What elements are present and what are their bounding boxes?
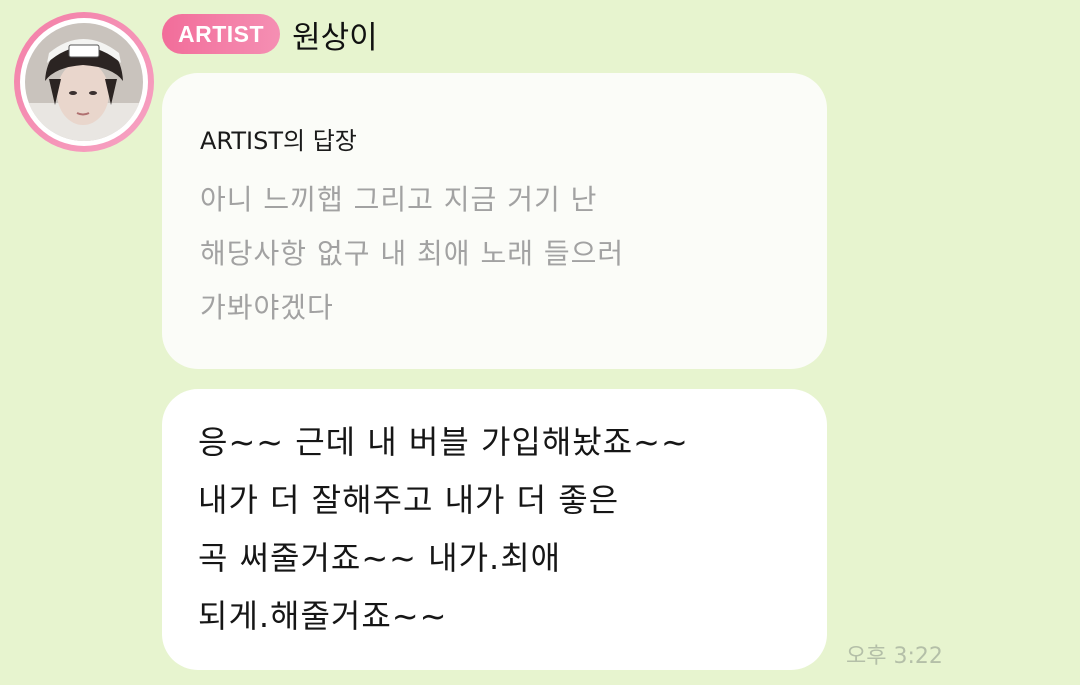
artist-name[interactable]: 원상이 bbox=[292, 12, 378, 57]
message-header: ARTIST 원상이 bbox=[162, 12, 378, 56]
reply-title: ARTIST의 답장 bbox=[200, 127, 357, 155]
message-timestamp: 오후 3:22 bbox=[846, 644, 943, 669]
reply-line: 아니 느끼햅 그리고 지금 거기 난 bbox=[200, 183, 598, 216]
quoted-reply-bubble[interactable]: ARTIST의 답장 아니 느끼햅 그리고 지금 거기 난 해당사항 없구 내 … bbox=[162, 73, 827, 369]
profile-photo bbox=[25, 23, 143, 141]
avatar[interactable] bbox=[14, 12, 154, 152]
reply-line: 가봐야겠다 bbox=[200, 291, 334, 324]
reply-text: 아니 느끼햅 그리고 지금 거기 난 해당사항 없구 내 최애 노래 들으러 가… bbox=[200, 173, 624, 335]
reply-line: 해당사항 없구 내 최애 노래 들으러 bbox=[200, 237, 625, 270]
message-text: 응~~ 근데 내 버블 가입해놨죠~~ 내가 더 잘해주고 내가 더 좋은 곡 … bbox=[198, 413, 689, 645]
artist-badge: ARTIST bbox=[162, 14, 281, 54]
message-line: 곡 써줄거죠~~ 내가.최애 bbox=[198, 539, 562, 577]
avatar-frame bbox=[20, 18, 148, 146]
message-line: 되게.해줄거죠~~ bbox=[198, 597, 448, 635]
message-line: 응~~ 근데 내 버블 가입해놨죠~~ bbox=[198, 423, 689, 461]
message-line: 내가 더 잘해주고 내가 더 좋은 bbox=[198, 481, 620, 519]
message-bubble[interactable]: 응~~ 근데 내 버블 가입해놨죠~~ 내가 더 잘해주고 내가 더 좋은 곡 … bbox=[162, 389, 827, 670]
